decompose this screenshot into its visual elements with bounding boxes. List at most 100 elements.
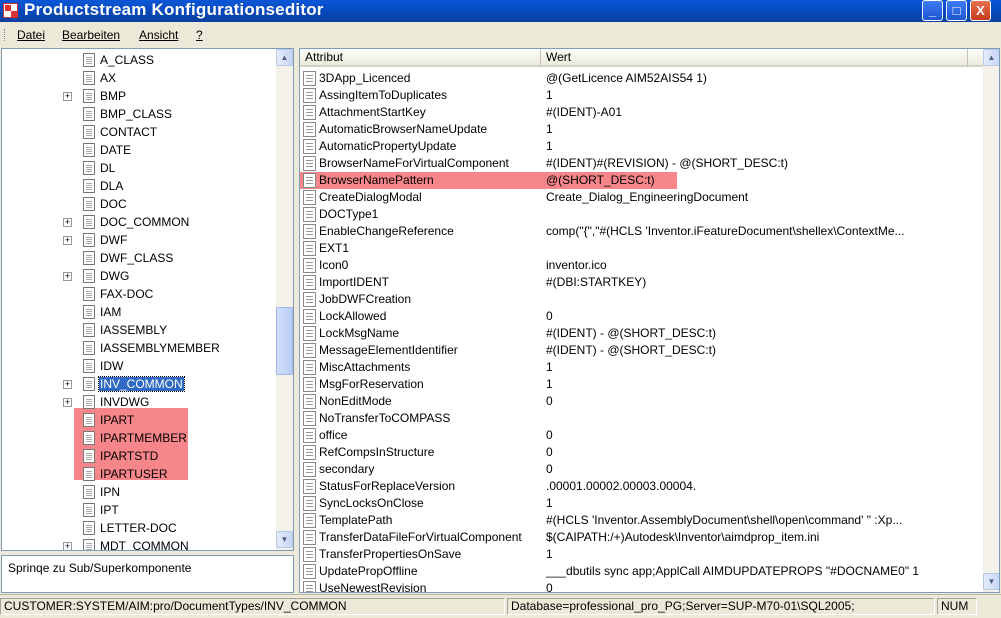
- tree-item[interactable]: IASSEMBLY: [2, 321, 277, 339]
- property-row[interactable]: ImportIDENT #(DBI:STARTKEY): [300, 274, 984, 291]
- tree-item-label[interactable]: DL: [99, 161, 116, 175]
- tree-item-label[interactable]: AX: [99, 71, 117, 85]
- property-row[interactable]: LockAllowed 0: [300, 308, 984, 325]
- expand-icon[interactable]: +: [63, 272, 72, 281]
- menu-ansicht[interactable]: Ansicht: [139, 28, 178, 42]
- tree-item-label[interactable]: DATE: [99, 143, 132, 157]
- expand-icon[interactable]: +: [63, 218, 72, 227]
- tree-item[interactable]: BMP_CLASS: [2, 105, 277, 123]
- tree-item-label[interactable]: A_CLASS: [99, 53, 155, 67]
- expand-icon[interactable]: +: [63, 92, 72, 101]
- tree-item[interactable]: DLA: [2, 177, 277, 195]
- jump-label[interactable]: Sprinqe zu Sub/Superkomponente: [8, 561, 191, 575]
- tree-item[interactable]: IPARTMEMBER: [2, 429, 277, 447]
- tree-scroll-thumb[interactable]: [276, 307, 293, 375]
- tree-item[interactable]: LETTER-DOC: [2, 519, 277, 537]
- tree-item[interactable]: IPART: [2, 411, 277, 429]
- tree-item-label[interactable]: BMP_CLASS: [99, 107, 173, 121]
- property-row[interactable]: 3DApp_Licenced @(GetLicence AIM52AIS54 1): [300, 70, 984, 87]
- tree-item[interactable]: IASSEMBLYMEMBER: [2, 339, 277, 357]
- expand-icon[interactable]: +: [63, 236, 72, 245]
- column-header-value[interactable]: Wert: [541, 49, 968, 67]
- tree-item[interactable]: DWF_CLASS: [2, 249, 277, 267]
- expand-icon[interactable]: +: [63, 398, 72, 407]
- tree-item-label[interactable]: DOC: [99, 197, 128, 211]
- property-row[interactable]: TransferPropertiesOnSave 1: [300, 546, 984, 563]
- menu-bearbeiten[interactable]: Bearbeiten: [62, 28, 120, 42]
- property-row[interactable]: office 0: [300, 427, 984, 444]
- tree-item-label[interactable]: INV_COMMON: [98, 376, 185, 392]
- tree-item[interactable]: FAX-DOC: [2, 285, 277, 303]
- tree-item[interactable]: IAM: [2, 303, 277, 321]
- property-row[interactable]: DOCType1: [300, 206, 984, 223]
- tree-item-label[interactable]: IDW: [99, 359, 124, 373]
- expand-icon[interactable]: +: [63, 542, 72, 550]
- tree-item[interactable]: + MDT_COMMON: [2, 537, 277, 550]
- tree-item-label[interactable]: CONTACT: [99, 125, 158, 139]
- jump-panel[interactable]: Sprinqe zu Sub/Superkomponente: [1, 555, 294, 593]
- tree-item-label[interactable]: IPART: [99, 413, 135, 427]
- tree-item-label[interactable]: FAX-DOC: [99, 287, 154, 301]
- close-button[interactable]: X: [970, 0, 991, 21]
- document-type-tree[interactable]: A_CLASS AX + BMP BMP_CLASS CONTACT DATE DL DLA DO…: [1, 48, 294, 551]
- tree-scrollbar[interactable]: ▲ ▼: [276, 49, 293, 550]
- tree-item-label[interactable]: DWF_CLASS: [99, 251, 174, 265]
- property-row[interactable]: secondary 0: [300, 461, 984, 478]
- column-header-attribute[interactable]: Attribut: [300, 49, 541, 67]
- tree-item[interactable]: A_CLASS: [2, 51, 277, 69]
- menu-datei[interactable]: Datei: [17, 28, 45, 42]
- tree-item[interactable]: + INV_COMMON: [2, 375, 277, 393]
- app-icon[interactable]: [3, 3, 18, 18]
- minimize-button[interactable]: _: [922, 0, 943, 21]
- property-row[interactable]: SyncLocksOnClose 1: [300, 495, 984, 512]
- property-row[interactable]: LockMsgName #(IDENT) - @(SHORT_DESC:t): [300, 325, 984, 342]
- toolbar-grip[interactable]: [4, 29, 6, 41]
- tree-item-label[interactable]: IASSEMBLY: [99, 323, 168, 337]
- tree-item[interactable]: DL: [2, 159, 277, 177]
- property-row[interactable]: Icon0 inventor.ico: [300, 257, 984, 274]
- tree-item[interactable]: IDW: [2, 357, 277, 375]
- property-row[interactable]: EnableChangeReference comp("{","#(HCLS 'I…: [300, 223, 984, 240]
- property-scrollbar[interactable]: ▲ ▼: [983, 49, 999, 592]
- tree-item[interactable]: IPT: [2, 501, 277, 519]
- tree-item-label[interactable]: IPARTSTD: [99, 449, 159, 463]
- property-row[interactable]: StatusForReplaceVersion .00001.00002.0000…: [300, 478, 984, 495]
- property-row[interactable]: UpdatePropOffline ___dbutils sync app;App…: [300, 563, 984, 580]
- tree-item-label[interactable]: DOC_COMMON: [99, 215, 190, 229]
- tree-item-label[interactable]: IPT: [99, 503, 120, 517]
- tree-item-label[interactable]: IASSEMBLYMEMBER: [99, 341, 221, 355]
- tree-item-label[interactable]: IPN: [99, 485, 121, 499]
- scroll-down-icon[interactable]: ▼: [276, 531, 293, 548]
- property-row[interactable]: NoTransferToCOMPASS: [300, 410, 984, 427]
- property-row[interactable]: UseNewestRevision 0: [300, 580, 984, 592]
- tree-item-label[interactable]: DWF: [99, 233, 128, 247]
- tree-item-label[interactable]: IPARTMEMBER: [99, 431, 188, 445]
- property-row[interactable]: AutomaticPropertyUpdate 1: [300, 138, 984, 155]
- tree-item-label[interactable]: INVDWG: [99, 395, 150, 409]
- tree-item[interactable]: + DOC_COMMON: [2, 213, 277, 231]
- scroll-down-icon[interactable]: ▼: [983, 573, 999, 590]
- tree-item[interactable]: IPN: [2, 483, 277, 501]
- property-row[interactable]: TransferDataFileForVirtualComponent $(CAI…: [300, 529, 984, 546]
- tree-item[interactable]: IPARTSTD: [2, 447, 277, 465]
- tree-item-label[interactable]: LETTER-DOC: [99, 521, 178, 535]
- property-row[interactable]: CreateDialogModal Create_Dialog_Engineeri…: [300, 189, 984, 206]
- property-row[interactable]: BrowserNameForVirtualComponent #(IDENT)#(…: [300, 155, 984, 172]
- property-row[interactable]: JobDWFCreation: [300, 291, 984, 308]
- tree-item[interactable]: + INVDWG: [2, 393, 277, 411]
- property-row[interactable]: EXT1: [300, 240, 984, 257]
- property-list[interactable]: Attribut Wert 3DApp_Licenced @(GetLicence…: [299, 48, 1000, 593]
- tree-item-label[interactable]: BMP: [99, 89, 127, 103]
- tree-item-label[interactable]: DLA: [99, 179, 124, 193]
- tree-item[interactable]: DOC: [2, 195, 277, 213]
- property-row[interactable]: AttachmentStartKey #(IDENT)-A01: [300, 104, 984, 121]
- tree-item-label[interactable]: DWG: [99, 269, 130, 283]
- tree-item[interactable]: + DWG: [2, 267, 277, 285]
- property-row[interactable]: MsgForReservation 1: [300, 376, 984, 393]
- tree-item[interactable]: AX: [2, 69, 277, 87]
- scroll-up-icon[interactable]: ▲: [276, 49, 293, 66]
- tree-item[interactable]: DATE: [2, 141, 277, 159]
- tree-item[interactable]: CONTACT: [2, 123, 277, 141]
- tree-item[interactable]: + DWF: [2, 231, 277, 249]
- maximize-button[interactable]: □: [946, 0, 967, 21]
